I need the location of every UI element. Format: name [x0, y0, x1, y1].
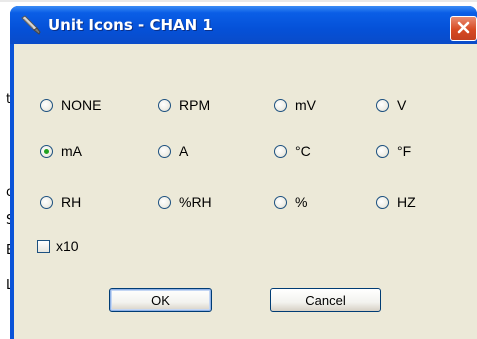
radio-indicator [376, 195, 389, 209]
probe-icon [20, 15, 42, 35]
radio-unit-percent[interactable]: % [274, 192, 307, 212]
radio-indicator [274, 98, 287, 112]
radio-indicator-checked [40, 144, 53, 158]
checkbox-indicator [37, 239, 50, 253]
radio-unit-percent-rh[interactable]: %RH [158, 192, 212, 212]
radio-label: %RH [179, 194, 212, 210]
radio-label: mA [61, 143, 82, 159]
radio-unit-v[interactable]: V [376, 95, 406, 115]
ok-button[interactable]: OK [109, 288, 212, 312]
dialog-title: Unit Icons - CHAN 1 [48, 16, 213, 34]
radio-unit-rpm[interactable]: RPM [158, 95, 210, 115]
cancel-button[interactable]: Cancel [270, 288, 381, 312]
checkbox-label: x10 [56, 238, 79, 254]
background-app-edge [0, 0, 477, 2]
radio-label: RH [61, 194, 82, 210]
dialog-titlebar[interactable]: Unit Icons - CHAN 1 [10, 6, 477, 44]
radio-unit-none[interactable]: NONE [40, 95, 101, 115]
radio-label: % [295, 194, 308, 210]
radio-label: A [179, 143, 189, 159]
radio-indicator [40, 98, 53, 112]
x10-checkbox[interactable]: x10 [37, 236, 79, 256]
close-button[interactable] [450, 16, 477, 41]
radio-label: mV [295, 97, 316, 113]
radio-label: RPM [179, 97, 211, 113]
radio-label: °C [295, 143, 311, 159]
radio-unit-hz[interactable]: HZ [376, 192, 416, 212]
radio-indicator [274, 195, 287, 209]
radio-unit-a[interactable]: A [158, 141, 188, 161]
radio-unit-mv[interactable]: mV [274, 95, 316, 115]
radio-indicator [158, 98, 171, 112]
radio-unit-fahrenheit[interactable]: °F [376, 141, 411, 161]
radio-label: HZ [397, 194, 416, 210]
radio-label: NONE [61, 97, 102, 113]
radio-indicator [376, 144, 389, 158]
radio-unit-rh[interactable]: RH [40, 192, 81, 212]
radio-indicator [274, 144, 287, 158]
radio-indicator [158, 144, 171, 158]
radio-unit-celsius[interactable]: °C [274, 141, 311, 161]
radio-label: V [397, 97, 407, 113]
radio-indicator [158, 195, 171, 209]
close-icon [457, 19, 470, 38]
radio-indicator [376, 98, 389, 112]
dialog-client-area: NONE RPM mV V mA A °C °F RH %RH % HZ x10… [14, 44, 477, 339]
radio-indicator [40, 195, 53, 209]
radio-unit-ma[interactable]: mA [40, 141, 82, 161]
radio-label: °F [397, 143, 412, 159]
unit-icons-dialog: Unit Icons - CHAN 1 NONE RPM mV V mA A °… [10, 6, 477, 339]
